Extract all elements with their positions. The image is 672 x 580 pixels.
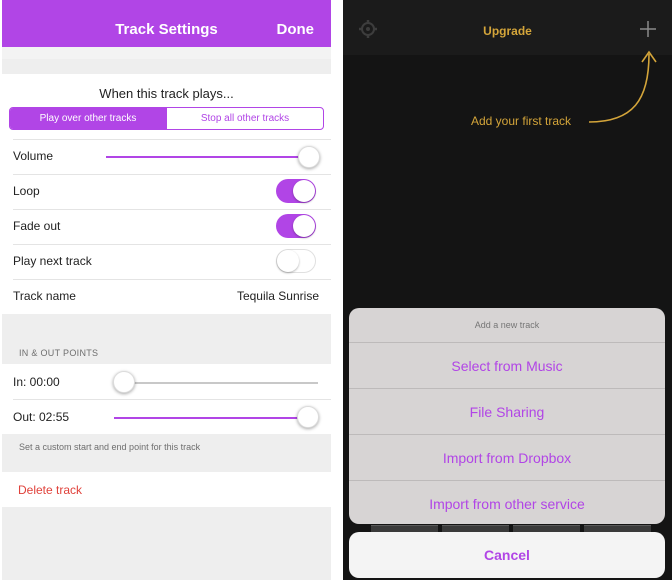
- in-point-slider-knob[interactable]: [113, 371, 135, 393]
- divider: [13, 279, 331, 280]
- volume-label: Volume: [13, 149, 54, 163]
- divider: [13, 399, 331, 400]
- in-point-slider-track[interactable]: [122, 382, 318, 384]
- play-mode-segmented-control[interactable]: Play over other tracks Stop all other tr…: [9, 107, 324, 130]
- library-screen: Upgrade Add your first track Add a new t…: [343, 0, 672, 580]
- divider: [13, 209, 331, 210]
- divider: [13, 244, 331, 245]
- toggle-knob: [293, 215, 315, 237]
- segment-play-over[interactable]: Play over other tracks: [10, 108, 166, 129]
- out-point-label: Out: 02:55: [13, 410, 70, 424]
- curved-arrow-icon: [588, 50, 657, 123]
- volume-slider-knob[interactable]: [298, 146, 320, 168]
- loop-toggle[interactable]: [276, 179, 316, 203]
- fade-out-label: Fade out: [13, 219, 61, 233]
- when-plays-heading: When this track plays...: [99, 86, 234, 101]
- done-button[interactable]: Done: [277, 0, 315, 59]
- toggle-knob: [277, 250, 299, 272]
- track-name-value[interactable]: Tequila Sunrise: [237, 289, 319, 303]
- play-next-toggle[interactable]: [276, 249, 316, 273]
- out-point-slider-track[interactable]: [114, 417, 312, 419]
- volume-slider-track[interactable]: [106, 156, 312, 158]
- in-out-points-header: IN & OUT POINTS: [19, 348, 99, 358]
- import-other-service-option[interactable]: Import from other service: [349, 480, 665, 524]
- select-from-music-option[interactable]: Select from Music: [349, 342, 665, 388]
- track-settings-screen: Track Settings Done When this track play…: [2, 0, 331, 580]
- delete-track-button[interactable]: Delete track: [18, 483, 82, 497]
- import-dropbox-option[interactable]: Import from Dropbox: [349, 434, 665, 480]
- toggle-knob: [293, 180, 315, 202]
- action-sheet-title: Add a new track: [474, 320, 540, 330]
- plus-icon[interactable]: [636, 17, 660, 41]
- divider: [13, 139, 331, 140]
- play-next-label: Play next track: [13, 254, 92, 268]
- add-track-action-sheet: Add a new track Select from Music File S…: [349, 308, 665, 524]
- segment-stop-others[interactable]: Stop all other tracks: [166, 108, 323, 129]
- out-point-slider-knob[interactable]: [297, 406, 319, 428]
- file-sharing-option[interactable]: File Sharing: [349, 388, 665, 434]
- cancel-button[interactable]: Cancel: [349, 532, 665, 578]
- add-first-track-hint: Add your first track: [471, 114, 572, 128]
- in-point-label: In: 00:00: [13, 375, 60, 389]
- divider: [13, 174, 331, 175]
- loop-label: Loop: [13, 184, 40, 198]
- fade-out-toggle[interactable]: [276, 214, 316, 238]
- points-hint: Set a custom start and end point for thi…: [19, 442, 201, 452]
- track-name-label: Track name: [13, 289, 76, 303]
